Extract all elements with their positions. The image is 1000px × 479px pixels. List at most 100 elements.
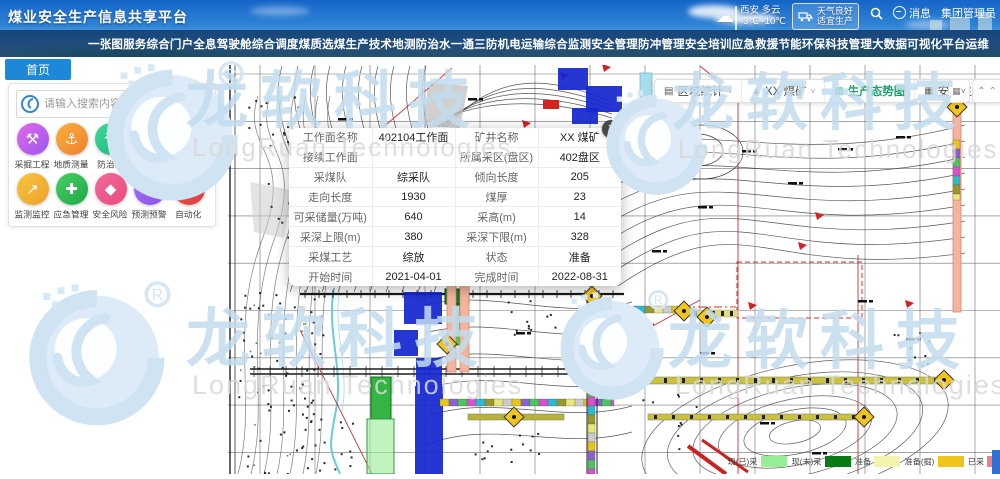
automation-icon: ◈ [173,173,205,205]
weather-condition: 多云 [762,5,781,16]
app-item-4[interactable]: ⚡机电运输 [169,123,208,171]
app-label: 地质测量 [54,158,89,171]
mine-truck-icon [798,10,813,22]
table-row: 采煤队综采队倾向长度205 [289,167,621,187]
nav-item-17[interactable]: 平台运维 [942,36,989,52]
nav-item-15[interactable]: 科技管理 [825,36,872,52]
weather-status-box: 天气良好 适宜生产 [792,3,859,30]
legend-item-2: 准备 [854,455,900,468]
nav-item-10[interactable]: 安全管理 [591,36,638,52]
weather-city-temp: 西安 多云 -3℃~10℃ [740,5,786,27]
toolbar-collapse-button[interactable]: ⌃⌃ [972,79,1000,103]
field-value: 23 [538,187,621,207]
weather-status-text: 天气良好 适宜生产 [817,6,853,27]
warning-icon: ⚠ [134,173,166,205]
close-icon[interactable]: × [602,120,620,138]
nav-item-14[interactable]: 节能环保 [778,36,825,52]
nav-item-7[interactable]: 一通三防 [451,36,498,52]
toolbar-item-label: 区域统计 [677,83,723,99]
weather-widget: ☁ 西安 多云 -3℃~10℃ 天气良好 适宜生产 [716,3,859,29]
cloud-decoration [905,20,951,29]
field-label: 采深下限(m) [455,227,538,247]
nav-item-9[interactable]: 综合监测 [544,36,591,52]
app-item-1[interactable]: ⚓ 地质测量 [52,123,91,171]
field-label: 可采储量(万吨) [289,207,372,227]
app-item-0[interactable]: ⚒采掘工程 [13,123,52,171]
anchor-icon: ⚓ [56,123,88,155]
field-label: 状态 [455,247,538,267]
app-item-7[interactable]: ◆安全风险 [91,173,130,221]
ventilation-icon: ≣ [134,123,166,155]
field-value: 402104工作面 [372,128,455,147]
legend-swatch [761,456,787,467]
field-label: 走向长度 [289,187,372,207]
nav-item-1[interactable]: 综合门户 [147,36,194,52]
app-item-3[interactable]: ≣一通三防 [130,123,169,171]
toolbar-item-0[interactable]: ▤ 区域统计 ˅ [655,80,741,102]
field-value: 2021-04-01 [372,267,455,286]
scrollbar-fragment[interactable] [992,450,1000,474]
search-input-wrap [16,90,164,118]
nav-item-3[interactable]: 综合调度 [252,36,299,52]
grid-icon: ▤ [664,86,673,97]
toolbar-item-label: 生产态势图 [848,83,906,99]
nav-item-12[interactable]: 安全培训 [685,36,732,52]
field-value: 205 [538,167,621,187]
field-value: 380 [372,227,455,247]
nav-item-2[interactable]: 全息驾驶舱 [193,36,252,52]
app-item-2[interactable]: ☔防治水 [91,123,130,171]
nav-item-13[interactable]: 应急救援 [732,36,779,52]
nav-item-6[interactable]: 地测防治水 [392,36,451,52]
field-value: 14 [538,207,621,227]
field-label: 完成时间 [455,267,538,286]
app-item-6[interactable]: ✚应急管理 [52,173,91,221]
field-label: 矿井名称 [455,128,538,147]
legend-label: 准备 [855,456,871,468]
toolbar-item-1[interactable]: ▲XX 煤矿˅ [741,80,824,102]
nav-item-4[interactable]: 煤质选煤 [299,36,346,52]
nav-item-11[interactable]: 防冲管理 [638,36,685,52]
nav-item-5[interactable]: 生产技术 [345,36,392,52]
toolbar-item-2[interactable]: ▦生产态势图 [824,80,914,102]
toolbar-item-label: XX 煤矿 [765,83,807,99]
chart-icon: ▲ [751,86,761,97]
app-item-5[interactable]: ↗监测监控 [13,173,52,221]
nav-item-16[interactable]: 大数据可视化 [872,36,942,52]
legend-swatch [825,456,851,467]
longruan-logo-icon [20,94,40,114]
legend-item-1: 现(未)采 [790,455,851,468]
field-value: 综采队 [372,167,455,187]
building-decoration [930,20,942,30]
first-aid-icon: ✚ [56,173,88,205]
nav-item-8[interactable]: 机电运输 [498,36,545,52]
page-title: 煤业安全生产信息共享平台 [8,7,188,27]
main-nav-bar: 一张图服务综合门户全息驾驶舱综合调度煤质选煤生产技术地测防治水一通三防机电运输综… [0,30,1000,57]
messages-button[interactable]: 消息 [893,5,931,21]
app-label: 预测预警 [132,208,167,221]
chevron-up-icon: ⌃ [977,86,985,97]
legend-swatch [938,456,964,467]
tab-home[interactable]: 首页 [5,59,71,80]
search-button[interactable] [164,90,208,118]
watermark-logo [18,276,173,431]
table-row: 采深上限(m)380采深下限(m)328 [289,227,621,247]
legend-item-3: 准备(掘) [903,455,964,468]
map-icon: ▦ [924,86,933,97]
field-value: 2022-08-31 [538,267,621,286]
table-row: 采煤工艺综放状态准备 [289,247,621,267]
workface-info-popup: 工作面名称402104工作面矿井名称XX 煤矿接续工作面所属采区(盘区)402盘… [289,128,621,286]
app-label: 防治水 [97,158,123,171]
search-icon[interactable] [870,7,883,20]
mining-status-legend: 现(已)采现(未)采准备准备(掘)已采 [726,455,1000,468]
app-item-8[interactable]: ⚠ 预测预警 [130,173,169,221]
field-value: 402盘区 [538,147,621,167]
app-item-9[interactable]: ◈自动化 [169,173,208,221]
search-input[interactable] [40,98,164,110]
user-menu[interactable]: 集团管理员 [941,5,996,21]
table-row: 走向长度1930煤厚23 [289,187,621,207]
legend-label: 准备(掘) [905,456,935,468]
chevron-down-icon: ˅ [727,87,732,96]
legend-label: 现(未)采 [792,456,822,468]
toolbar-more-button[interactable]: ▦˅ [948,79,970,103]
nav-item-0[interactable]: 一张图服务 [88,36,147,52]
